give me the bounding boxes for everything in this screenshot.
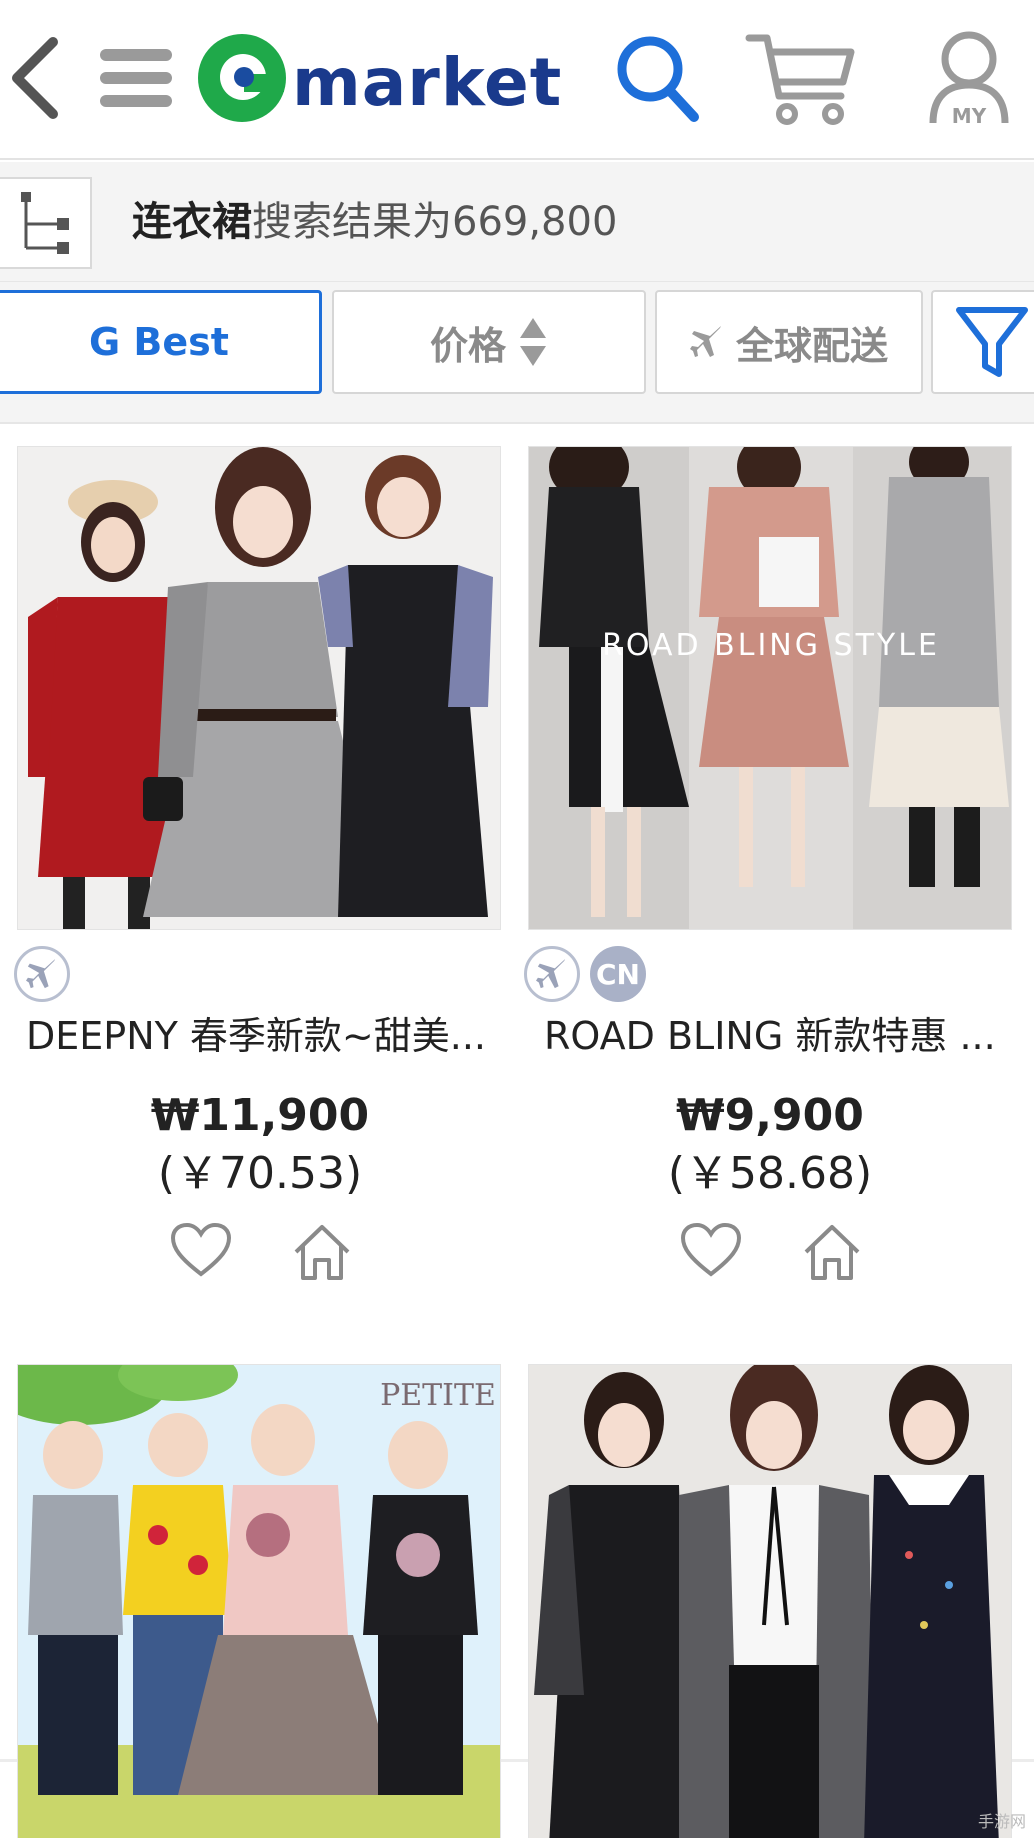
global-shipping-badge [14,946,70,1002]
cart-icon [745,34,855,125]
tab-g-best-label: G Best [89,320,229,364]
my-account-button[interactable]: MY [925,28,1013,128]
product-price: ₩9,900 [676,1090,864,1141]
heart-icon[interactable] [680,1222,742,1278]
menu-button[interactable] [96,40,176,115]
product-image[interactable] [528,1364,1012,1838]
back-arrow-icon [12,37,58,119]
product-title[interactable]: ROAD BLING 新款特惠 ... [544,1006,1014,1066]
product-price-cny: (￥70.53) [157,1148,363,1199]
top-header: market MY [0,0,1034,160]
cn-badge: CN [590,946,646,1002]
gmarket-search-page: market MY 连衣裙搜索结果为669,800 G Best 价格 全球配送… [0,0,1034,1838]
product-image[interactable]: ROAD BLING STYLE [528,446,1012,930]
logo-g-mark [198,33,286,122]
watermark: 手游网 [977,1812,1026,1831]
airplane-icon [689,326,721,357]
product-actions [680,1222,864,1282]
search-keyword: 连衣裙 [132,199,252,245]
global-shipping-badge [524,946,580,1002]
image-caption: PETITE [380,1378,496,1413]
tab-price-sort[interactable]: 价格 [332,290,646,394]
product-price-cny: (￥58.68) [667,1148,873,1199]
sort-updown-icon [520,318,546,366]
image-caption: ROAD BLING STYLE [602,628,940,663]
tab-global-shipping-label: 全球配送 [735,323,888,368]
product-image[interactable] [17,446,501,930]
filter-button[interactable] [931,290,1034,394]
product-image[interactable]: PETITE [17,1364,501,1838]
product-actions [170,1222,354,1282]
product-photo-kids: PETITE [18,1365,500,1838]
product-price: ₩11,900 [150,1090,370,1141]
product-photo-road-bling: ROAD BLING STYLE [529,447,1011,929]
category-tree-icon [21,192,69,254]
shop-home-icon[interactable] [800,1222,864,1282]
filter-row: G Best 价格 全球配送 [0,282,1034,424]
menu-icon [100,48,172,107]
product-photo-blouses [529,1365,1011,1838]
filter-funnel-icon [956,307,1028,377]
search-button[interactable] [612,30,702,125]
tab-global-shipping[interactable]: 全球配送 [655,290,923,394]
product-title[interactable]: DEEPNY 春季新款~甜美... [26,1006,496,1066]
heart-icon[interactable] [170,1222,232,1278]
logo-wordmark: market [292,43,563,121]
search-result-bar: 连衣裙搜索结果为669,800 [0,162,1034,282]
my-label: MY [952,104,987,127]
airplane-icon [26,958,56,989]
search-icon [617,36,699,122]
result-summary: 连衣裙搜索结果为669,800 [132,190,617,254]
product-badges [14,946,70,1004]
tab-price-label: 价格 [429,323,506,368]
result-count-text: 搜索结果为669,800 [252,199,618,245]
my-account-icon: MY [929,31,1009,127]
product-photo-dresses [18,447,500,929]
gmarket-logo[interactable]: market [198,30,562,125]
shop-home-icon[interactable] [290,1222,354,1282]
cart-button[interactable] [742,28,860,128]
tab-g-best[interactable]: G Best [0,290,322,394]
product-badges: CN [524,946,646,1004]
airplane-icon [536,958,566,989]
back-button[interactable] [0,28,70,128]
category-tree-button[interactable] [0,177,92,269]
